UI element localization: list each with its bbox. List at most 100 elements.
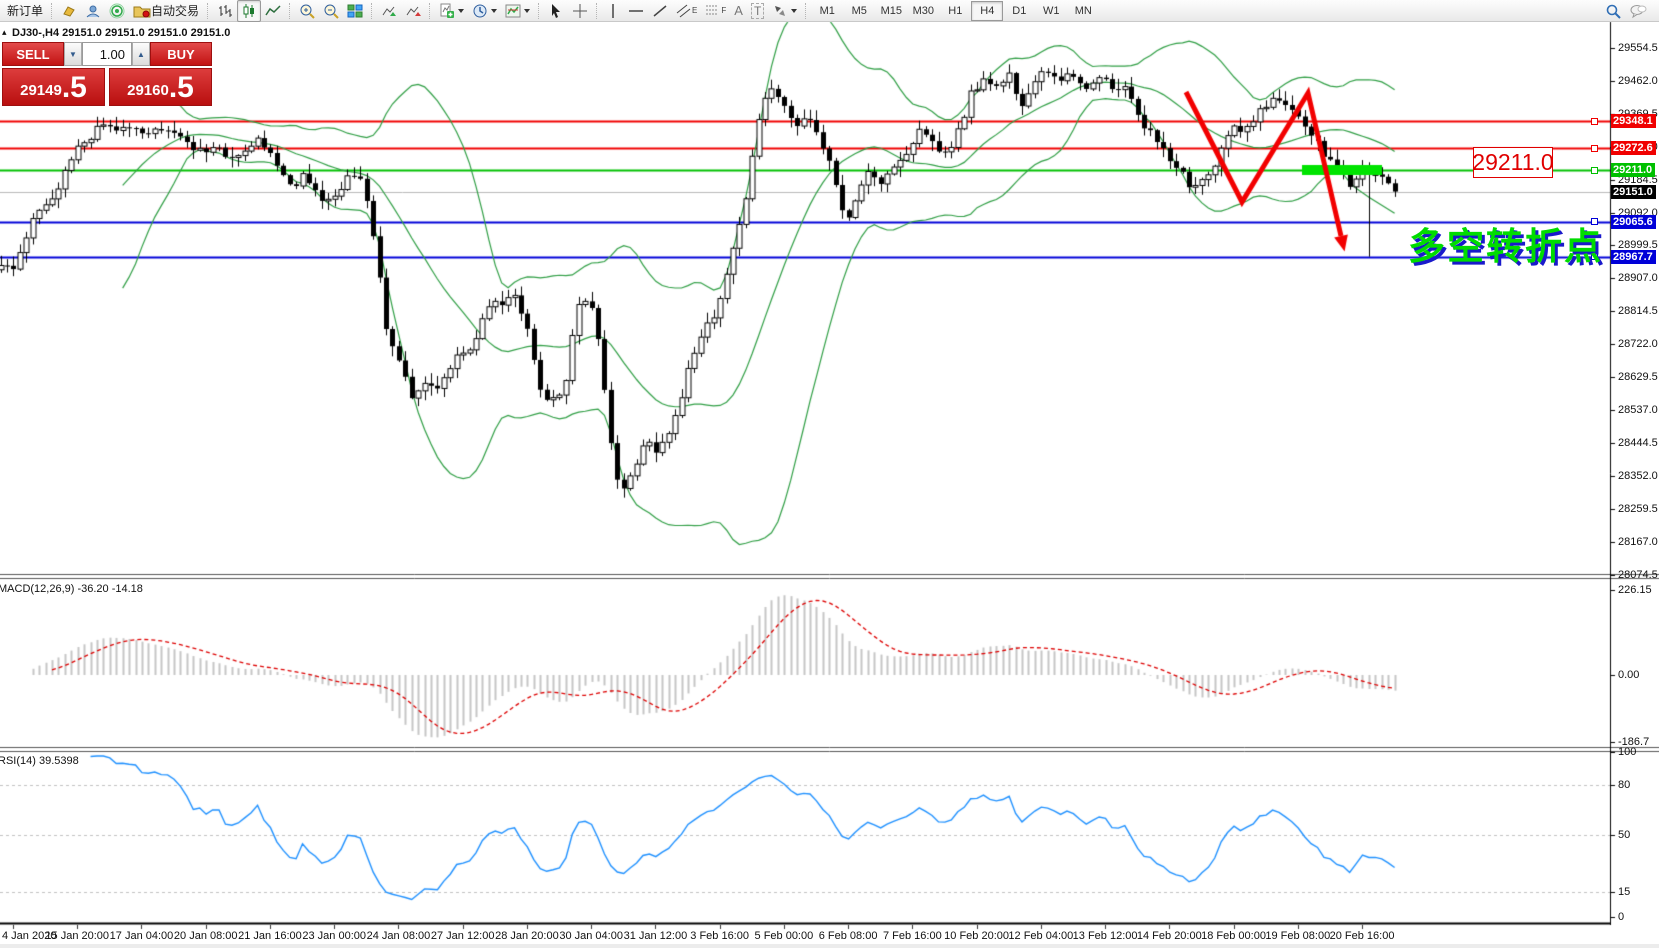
new-order-label: 新订单 <box>7 2 43 19</box>
signals-icon <box>109 3 125 19</box>
volume-increase-button[interactable]: ▲ <box>132 42 150 66</box>
time-axis-label: 28 Jan 20:00 <box>495 930 559 942</box>
price-callout-label[interactable]: 29211.0 <box>1473 147 1553 178</box>
timeframe-group: M1M5M15M30H1H4D1W1MN <box>811 1 1099 21</box>
signals-button[interactable] <box>105 0 129 22</box>
price-axis-tick: 29462.0 <box>1618 75 1658 87</box>
autotrading-icon <box>133 3 151 19</box>
buy-price-display[interactable]: 29160.5 <box>109 68 212 106</box>
time-axis-label: 19 Feb 08:00 <box>1265 930 1330 942</box>
spin-up-icon: ▲ <box>137 50 145 59</box>
sell-button[interactable]: SELL <box>2 42 64 66</box>
zoom-out-icon <box>323 3 339 19</box>
autoscroll-button[interactable] <box>377 0 401 22</box>
line-chart-icon <box>265 3 281 19</box>
time-axis-label: 15 Jan 20:00 <box>45 930 109 942</box>
bid-price-label: 29151.0 <box>1611 185 1656 199</box>
hline-price-label: 29065.6 <box>1611 215 1656 229</box>
periods-button[interactable] <box>468 0 501 22</box>
rsi-axis-tick: 15 <box>1618 886 1630 898</box>
sell-price-fraction: .5 <box>62 72 87 104</box>
timeframe-m5[interactable]: M5 <box>843 1 875 21</box>
line-handle[interactable] <box>1591 145 1598 152</box>
cursor-button[interactable] <box>544 0 568 22</box>
one-click-toggle-icon[interactable]: ▴ <box>2 27 7 38</box>
buy-button[interactable]: BUY <box>150 42 212 66</box>
tile-windows-button[interactable] <box>343 0 367 22</box>
sell-price-main: 29149 <box>20 78 62 104</box>
time-axis-label: 27 Jan 12:00 <box>431 930 495 942</box>
line-handle[interactable] <box>1591 167 1598 174</box>
rsi-axis-tick: 100 <box>1618 746 1636 758</box>
macd-label: MACD(12,26,9) -36.20 -14.18 <box>0 583 143 595</box>
chinese-annotation-text[interactable]: 多空转折点 <box>1408 216 1603 270</box>
cursor-icon <box>548 3 564 19</box>
templates-button[interactable] <box>501 0 534 22</box>
arrows-dropdown-caret <box>791 9 797 13</box>
crosshair-button[interactable] <box>568 0 592 22</box>
timeframe-mn[interactable]: MN <box>1067 1 1099 21</box>
chat-button[interactable] <box>1625 0 1651 22</box>
time-axis-label: 30 Jan 04:00 <box>559 930 623 942</box>
text-button[interactable]: A <box>730 0 747 22</box>
chart-shift-icon <box>405 3 421 19</box>
time-axis-label: 5 Feb 00:00 <box>755 930 814 942</box>
toolbar-separator <box>51 3 53 19</box>
chart-shift-button[interactable] <box>401 0 425 22</box>
timeframe-w1[interactable]: W1 <box>1035 1 1067 21</box>
price-axis-tick: 28907.0 <box>1618 272 1658 284</box>
toolbar-separator <box>371 3 373 19</box>
profiles-button[interactable] <box>81 0 105 22</box>
templates-dropdown-caret <box>524 9 530 13</box>
toolbar-separator <box>538 3 540 19</box>
candlestick-chart-button[interactable] <box>237 0 261 22</box>
fibonacci-button[interactable]: F <box>701 0 730 22</box>
line-handle[interactable] <box>1591 118 1598 125</box>
rsi-axis-tick: 80 <box>1618 779 1630 791</box>
line-chart-button[interactable] <box>261 0 285 22</box>
channel-letter: E <box>692 6 697 15</box>
bar-chart-button[interactable] <box>213 0 237 22</box>
timeframe-m30[interactable]: M30 <box>907 1 939 21</box>
text-label-icon: T <box>751 3 764 19</box>
one-click-trading-widget: SELL ▼ 1.00 ▲ BUY 29149.5 29160.5 <box>2 42 212 106</box>
volume-input[interactable]: 1.00 <box>82 42 132 66</box>
zoom-in-button[interactable] <box>295 0 319 22</box>
chart-canvas[interactable] <box>0 0 1659 948</box>
sell-price-display[interactable]: 29149.5 <box>2 68 105 106</box>
zoom-out-button[interactable] <box>319 0 343 22</box>
horizontal-line-button[interactable] <box>624 0 648 22</box>
new-order-button[interactable]: 新订单 <box>3 0 47 22</box>
price-axis-tick: 28352.0 <box>1618 470 1658 482</box>
trendline-button[interactable] <box>648 0 672 22</box>
volume-value: 1.00 <box>100 47 125 62</box>
search-button[interactable] <box>1601 0 1625 22</box>
zoom-in-icon <box>299 3 315 19</box>
indicators-dropdown-caret <box>458 9 464 13</box>
bottom-strip <box>0 944 1659 948</box>
price-axis-tick: 28259.5 <box>1618 503 1658 515</box>
timeframe-h1[interactable]: H1 <box>939 1 971 21</box>
text-label-button[interactable]: T <box>747 0 768 22</box>
price-axis-tick: 28444.5 <box>1618 437 1658 449</box>
vertical-line-button[interactable] <box>602 0 624 22</box>
templates-icon <box>505 3 521 19</box>
autoscroll-icon <box>381 3 397 19</box>
timeframe-m15[interactable]: M15 <box>875 1 907 21</box>
timeframe-h4[interactable]: H4 <box>971 1 1003 21</box>
toolbar-separator <box>429 3 431 19</box>
time-axis-label: 14 Feb 20:00 <box>1137 930 1202 942</box>
arrows-button[interactable] <box>768 0 801 22</box>
timeframe-d1[interactable]: D1 <box>1003 1 1035 21</box>
indicators-button[interactable] <box>435 0 468 22</box>
macd-axis-tick: 0.00 <box>1618 669 1639 681</box>
toolbar-right-group <box>1601 0 1659 22</box>
bar-chart-icon <box>217 3 233 19</box>
timeframe-m1[interactable]: M1 <box>811 1 843 21</box>
volume-decrease-button[interactable]: ▼ <box>64 42 82 66</box>
hline-price-label: 29211.0 <box>1611 163 1655 177</box>
channel-button[interactable]: E <box>672 0 701 22</box>
new-chart-button[interactable] <box>57 0 81 22</box>
autotrading-button[interactable]: 自动交易 <box>129 0 203 22</box>
time-axis-label: 3 Feb 16:00 <box>690 930 749 942</box>
